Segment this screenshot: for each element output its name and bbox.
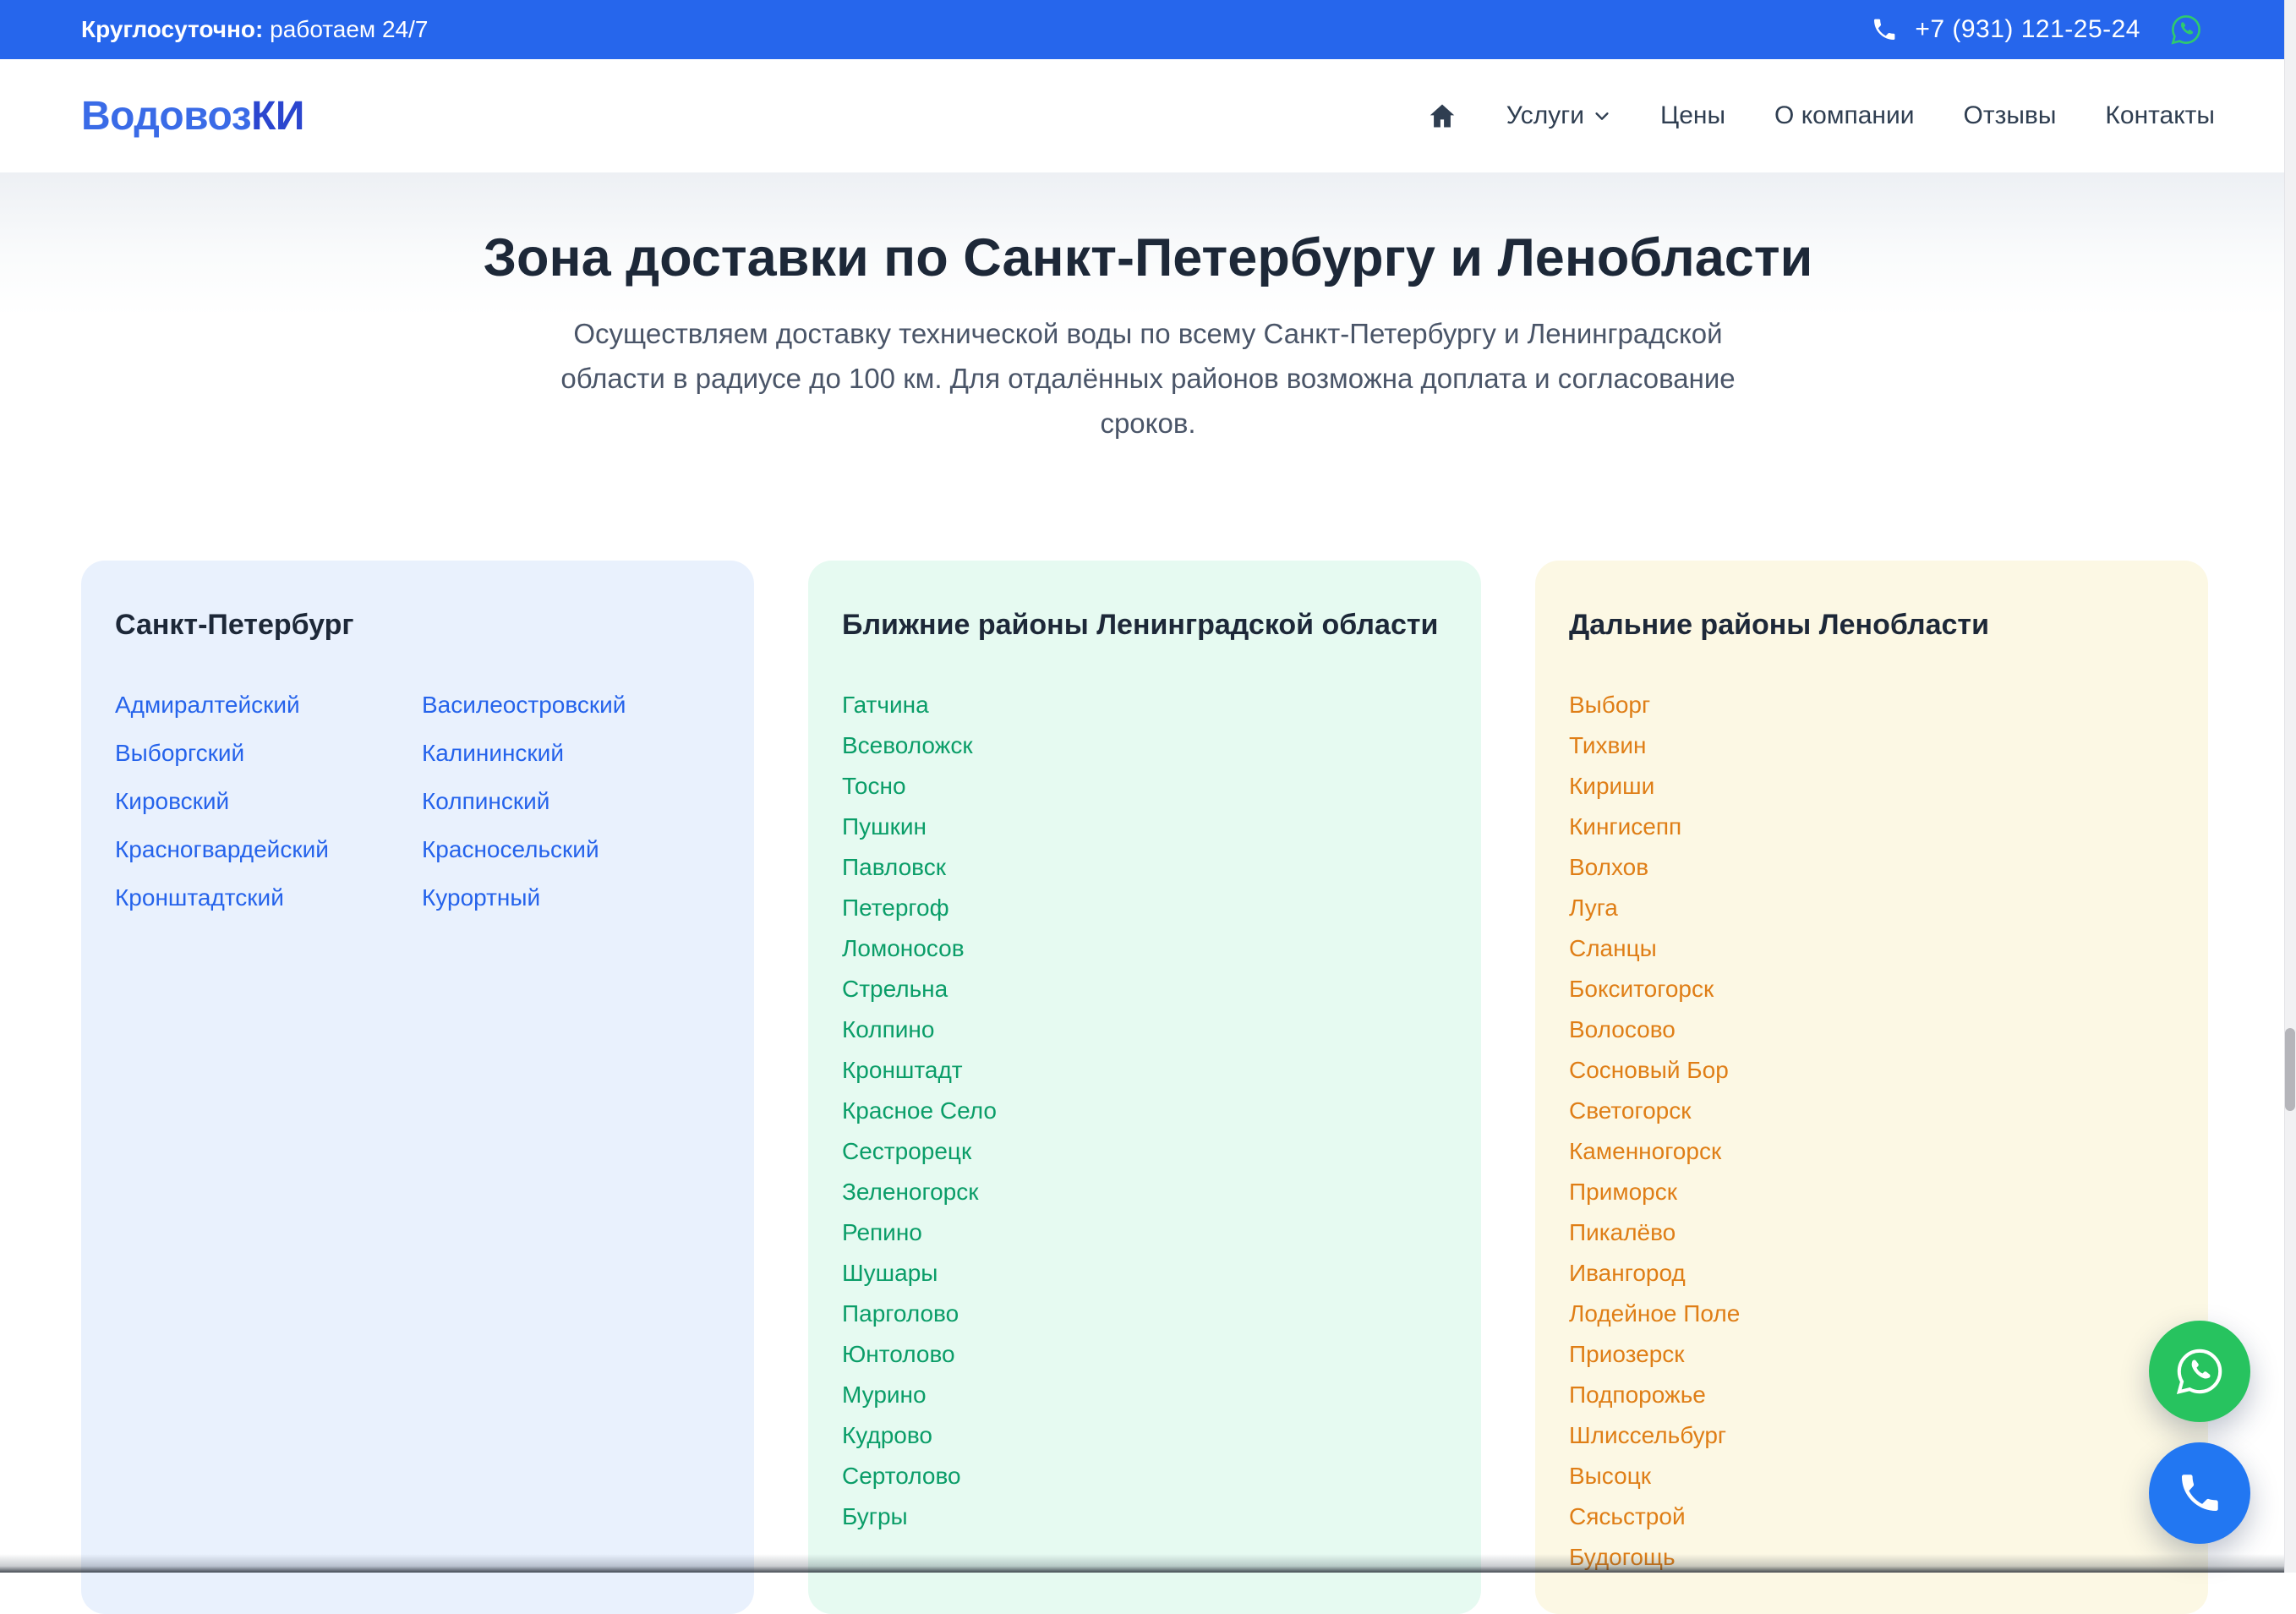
region-link[interactable]: Лодейное Поле: [1569, 1299, 1740, 1328]
region-link[interactable]: Волхов: [1569, 853, 1648, 882]
region-link[interactable]: Сосновый Бор: [1569, 1056, 1729, 1085]
phone-number[interactable]: +7 (931) 121-25-24: [1915, 15, 2140, 44]
region-link[interactable]: Красное Село: [842, 1097, 997, 1125]
region-link[interactable]: Бокситогорск: [1569, 975, 1714, 1004]
region-link[interactable]: Светогорск: [1569, 1097, 1692, 1125]
region-link[interactable]: Колпинский: [422, 787, 549, 816]
region-link[interactable]: Кириши: [1569, 772, 1654, 801]
region-link[interactable]: Бугры: [842, 1502, 908, 1531]
region-link[interactable]: Кронштадтский: [115, 884, 284, 912]
region-link[interactable]: Кронштадт: [842, 1056, 963, 1085]
region-link[interactable]: Репино: [842, 1218, 922, 1247]
whatsapp-icon: [2173, 1345, 2226, 1398]
region-link[interactable]: Тихвин: [1569, 731, 1647, 760]
page-title: Зона доставки по Санкт-Петербургу и Лено…: [0, 227, 2296, 289]
region-link[interactable]: Парголово: [842, 1299, 959, 1328]
region-link[interactable]: Высоцк: [1569, 1462, 1651, 1491]
region-link[interactable]: Красносельский: [422, 835, 599, 864]
region-link[interactable]: Сясьстрой: [1569, 1502, 1686, 1531]
region-link[interactable]: Приморск: [1569, 1178, 1677, 1206]
card-near-lenoblast: Ближние районы Ленинградской области Гат…: [808, 561, 1481, 1614]
region-link[interactable]: Кингисепп: [1569, 812, 1681, 841]
region-link[interactable]: Пушкин: [842, 812, 927, 841]
region-link[interactable]: Василеостровский: [422, 691, 626, 719]
whatsapp-fab[interactable]: [2149, 1321, 2250, 1422]
nav-item-home[interactable]: [1427, 101, 1457, 131]
card-title: Дальние районы Ленобласти: [1569, 603, 2174, 647]
region-link[interactable]: Стрельна: [842, 975, 948, 1004]
whatsapp-icon[interactable]: [2169, 13, 2203, 47]
card-title: Ближние районы Ленинградской области: [842, 603, 1447, 647]
schedule-text: Круглосуточно: работаем 24/7: [81, 16, 428, 43]
nav-item-about[interactable]: О компании: [1774, 101, 1914, 130]
card-far-lenoblast: Дальние районы Ленобласти Выборг Тихвин Ки…: [1535, 561, 2208, 1614]
region-link[interactable]: Кировский: [115, 787, 229, 816]
region-link[interactable]: Шушары: [842, 1259, 938, 1288]
region-link[interactable]: Волосово: [1569, 1015, 1676, 1044]
nav-item-prices[interactable]: Цены: [1660, 101, 1725, 130]
region-link[interactable]: Курортный: [422, 884, 540, 912]
district-list: Адмиралтейский Василеостровский Выборгский…: [115, 691, 720, 912]
card-title: Санкт-Петербург: [115, 603, 720, 647]
card-saint-petersburg: Санкт-Петербург Адмиралтейский Василеостр…: [81, 561, 754, 1614]
region-link[interactable]: Выборг: [1569, 691, 1650, 719]
region-link[interactable]: Луга: [1569, 894, 1618, 922]
region-link[interactable]: Петергоф: [842, 894, 949, 922]
chevron-down-icon: [1593, 107, 1611, 125]
region-link[interactable]: Сестрорецк: [842, 1137, 971, 1166]
region-link[interactable]: Зеленогорск: [842, 1178, 979, 1206]
region-link[interactable]: Шлиссельбург: [1569, 1421, 1726, 1450]
region-link[interactable]: Колпино: [842, 1015, 934, 1044]
region-link[interactable]: Выборгский: [115, 739, 244, 768]
main-nav: Услуги Цены О компании Отзывы Контакты: [1427, 101, 2215, 131]
region-link[interactable]: Гатчина: [842, 691, 929, 719]
page-subtitle: Осуществляем доставку технической воды п…: [527, 311, 1769, 446]
phone-icon: [1871, 16, 1898, 43]
phone-fab[interactable]: [2149, 1442, 2250, 1544]
region-link[interactable]: Каменногорск: [1569, 1137, 1721, 1166]
region-link[interactable]: Сланцы: [1569, 934, 1657, 963]
district-list: Выборг Тихвин Кириши Кингисепп Волхов Луга Сла…: [1569, 691, 2174, 1572]
hero-section: Зона доставки по Санкт-Петербургу и Лено…: [0, 172, 2296, 446]
region-link[interactable]: Пикалёво: [1569, 1218, 1676, 1247]
scrollbar-track: [2284, 0, 2296, 1573]
region-link[interactable]: Павловск: [842, 853, 946, 882]
region-link[interactable]: Приозерск: [1569, 1340, 1685, 1369]
region-link[interactable]: Будогощь: [1569, 1543, 1676, 1572]
home-icon: [1427, 101, 1457, 131]
nav-item-reviews[interactable]: Отзывы: [1964, 101, 2057, 130]
region-link[interactable]: Адмиралтейский: [115, 691, 300, 719]
region-link[interactable]: Кудрово: [842, 1421, 932, 1450]
topbar: Круглосуточно: работаем 24/7 +7 (931) 12…: [0, 0, 2296, 59]
header: ВодовозКИ Услуги Цены О компании Отзывы …: [0, 59, 2296, 172]
nav-item-contacts[interactable]: Контакты: [2105, 101, 2215, 130]
logo[interactable]: ВодовозКИ: [81, 93, 304, 140]
region-link[interactable]: Тосно: [842, 772, 906, 801]
region-link[interactable]: Сертолово: [842, 1462, 961, 1491]
delivery-zone-cards: Санкт-Петербург Адмиралтейский Василеостр…: [0, 561, 2296, 1614]
district-list: Гатчина Всеволожск Тосно Пушкин Павловск Пете…: [842, 691, 1447, 1531]
phone-icon: [2176, 1469, 2223, 1517]
scrollbar-thumb[interactable]: [2285, 1028, 2295, 1111]
region-link[interactable]: Мурино: [842, 1381, 927, 1409]
region-link[interactable]: Всеволожск: [842, 731, 973, 760]
region-link[interactable]: Красногвардейский: [115, 835, 329, 864]
region-link[interactable]: Юнтолово: [842, 1340, 955, 1369]
nav-item-services[interactable]: Услуги: [1506, 101, 1611, 130]
region-link[interactable]: Калининский: [422, 739, 564, 768]
region-link[interactable]: Подпорожье: [1569, 1381, 1706, 1409]
region-link[interactable]: Ивангород: [1569, 1259, 1686, 1288]
region-link[interactable]: Ломоносов: [842, 934, 965, 963]
